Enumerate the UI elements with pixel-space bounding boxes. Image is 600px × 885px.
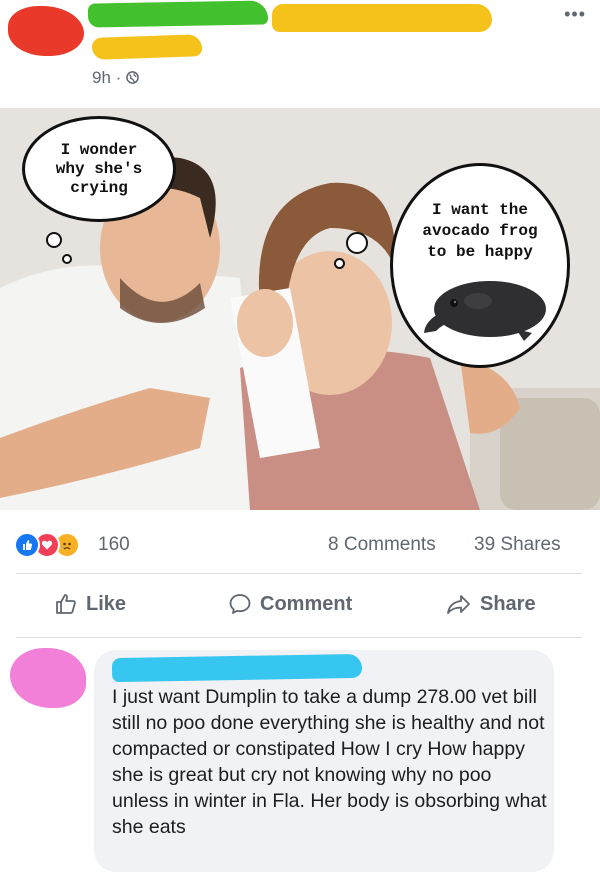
- author-name-redacted-2[interactable]: [272, 4, 492, 32]
- author-name-redacted[interactable]: [87, 0, 269, 28]
- comment-icon: [229, 594, 251, 614]
- share-label: Share: [480, 592, 536, 615]
- like-label: Like: [86, 592, 127, 615]
- thought-dot: [46, 232, 62, 248]
- like-reaction-icon[interactable]: [14, 532, 40, 558]
- reactions-summary: 160 8 Comments 39 Shares: [0, 520, 600, 566]
- thought-dot: [346, 232, 368, 254]
- share-button[interactable]: Share: [446, 592, 536, 616]
- post-header: ••• 9h ·: [0, 0, 600, 108]
- globe-icon: [126, 71, 139, 84]
- comment-text: I just want Dumplin to take a dump 278.0…: [112, 686, 547, 838]
- post-image[interactable]: I wonder why she's crying I want the avo…: [0, 108, 600, 510]
- shares-count[interactable]: 39 Shares: [474, 534, 561, 556]
- thought-dot: [334, 258, 345, 269]
- thought-bubble-left: I wonder why she's crying: [22, 116, 176, 222]
- share-arrow-icon: [447, 595, 470, 614]
- post-timestamp[interactable]: 9h ·: [92, 68, 139, 88]
- avatar-redacted[interactable]: [8, 6, 84, 56]
- like-button[interactable]: Like: [54, 592, 126, 616]
- comment-label: Comment: [260, 592, 353, 615]
- divider: [16, 637, 582, 638]
- comment-button[interactable]: Comment: [228, 592, 352, 616]
- divider: [16, 573, 582, 574]
- comments-count[interactable]: 8 Comments: [328, 534, 436, 556]
- avocado-frog-illustration: [424, 281, 546, 341]
- commenter-name-redacted[interactable]: [111, 653, 363, 683]
- thought-dot: [62, 254, 72, 264]
- commenter-avatar-redacted[interactable]: [10, 648, 86, 708]
- more-options-icon[interactable]: •••: [564, 4, 586, 25]
- group-name-redacted[interactable]: [91, 34, 203, 60]
- post-actions-bar: Like Comment Share: [0, 580, 600, 636]
- reactions-count[interactable]: 160: [98, 534, 130, 556]
- thumbs-up-icon: [56, 594, 76, 614]
